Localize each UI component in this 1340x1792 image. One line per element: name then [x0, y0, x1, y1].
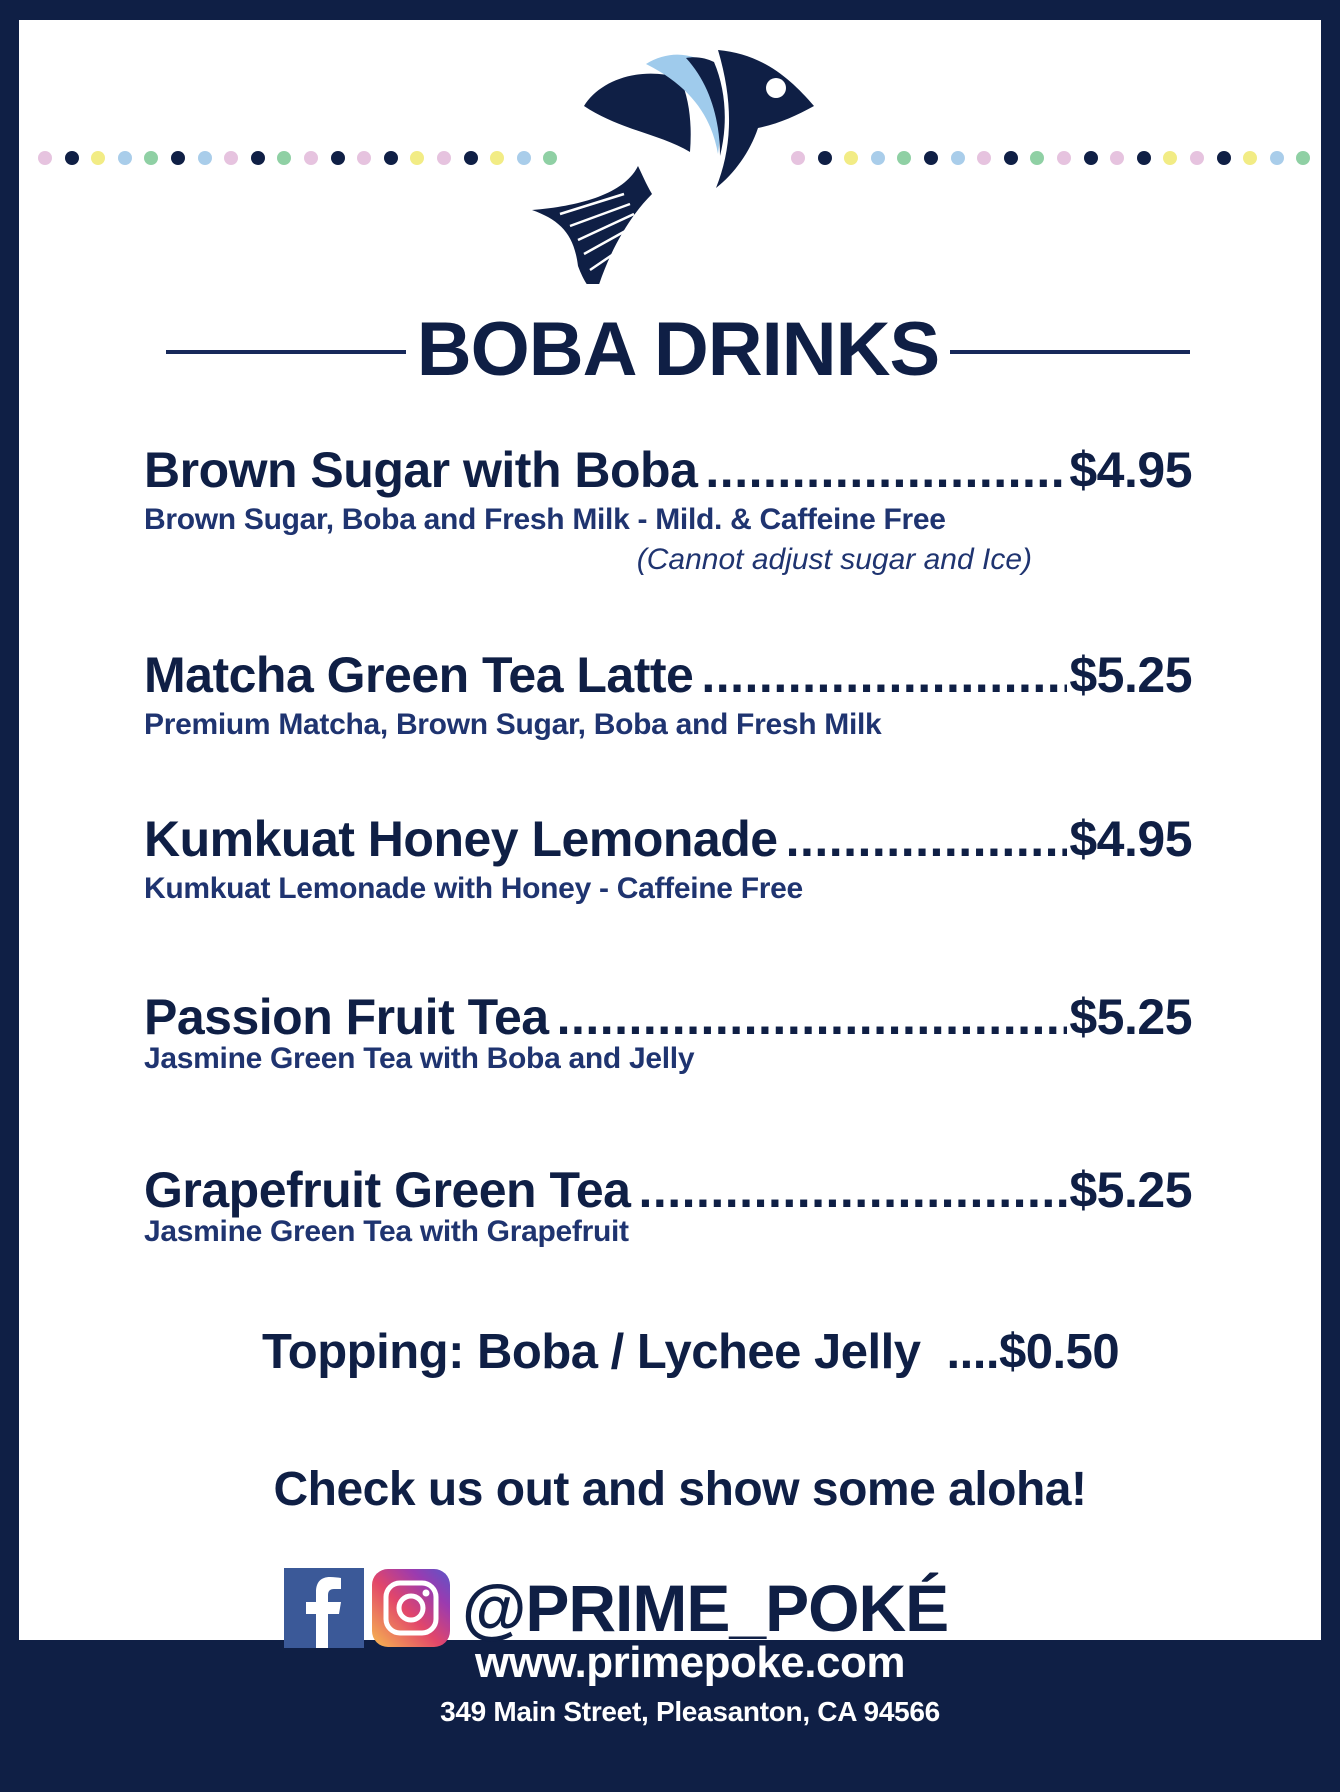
- item-name: Kumkuat Honey Lemonade: [144, 811, 778, 867]
- website-link[interactable]: www.primepoke.com: [0, 1638, 1340, 1688]
- decorative-dot: [1110, 151, 1125, 165]
- decorative-dot: [1136, 151, 1151, 165]
- instagram-icon[interactable]: [372, 1569, 450, 1647]
- decorative-dot: [897, 151, 912, 165]
- decorative-dot: [38, 151, 52, 165]
- decorative-dot: [1163, 151, 1178, 165]
- decorative-dot: [250, 151, 265, 165]
- item-price: $5.25: [1069, 1162, 1192, 1218]
- menu-item: Matcha Green Tea Latte $5.25 Premium Mat…: [144, 645, 1192, 745]
- item-price: $5.25: [1069, 647, 1192, 703]
- menu-item: Passion Fruit Tea $5.25 Jasmine Green Te…: [144, 987, 1192, 1079]
- decorative-dot: [1269, 151, 1284, 165]
- page-title: BOBA DRINKS: [416, 307, 940, 392]
- item-price: $4.95: [1069, 811, 1192, 867]
- dot-leader: [638, 1160, 1067, 1220]
- item-description: Kumkuat Lemonade with Honey - Caffeine F…: [144, 872, 803, 905]
- item-name: Grapefruit Green Tea: [144, 1162, 631, 1218]
- decorative-dot: [410, 151, 425, 165]
- dot-leader: [705, 440, 1067, 500]
- decorative-dot: [170, 151, 185, 165]
- decorative-dot: [463, 151, 478, 165]
- heading-row: BOBA DRINKS: [0, 300, 1340, 400]
- decorative-dot: [117, 151, 132, 165]
- menu-item: Brown Sugar with Boba $4.95 Brown Sugar,…: [144, 440, 1192, 580]
- topping-label: Topping: Boba / Lychee Jelly: [262, 1325, 921, 1379]
- menu-item: Grapefruit Green Tea $5.25 Jasmine Green…: [144, 1160, 1192, 1252]
- decorative-dot: [91, 151, 106, 165]
- menu-item: Kumkuat Honey Lemonade $4.95 Kumkuat Lem…: [144, 809, 1192, 909]
- item-name: Brown Sugar with Boba: [144, 442, 698, 498]
- dot-border-left: [38, 148, 570, 168]
- decorative-dot: [977, 151, 992, 165]
- tagline: Check us out and show some aloha!: [273, 1463, 1087, 1516]
- decorative-dot: [144, 151, 159, 165]
- item-name: Passion Fruit Tea: [144, 989, 549, 1045]
- decorative-dot: [490, 151, 505, 165]
- dot-leader: [557, 987, 1068, 1047]
- decorative-dot: [1243, 151, 1258, 165]
- decorative-dot: [357, 151, 372, 165]
- heading-rule-right: [950, 350, 1190, 354]
- decorative-dot: [330, 151, 345, 165]
- decorative-dot: [1189, 151, 1204, 165]
- decorative-dot: [64, 151, 79, 165]
- decorative-dot: [844, 151, 859, 165]
- decorative-dot: [1296, 151, 1311, 165]
- decorative-dot: [1030, 151, 1045, 165]
- facebook-icon[interactable]: [284, 1568, 364, 1648]
- dot-leader: [701, 645, 1067, 705]
- item-name: Matcha Green Tea Latte: [144, 647, 694, 703]
- decorative-dot: [197, 151, 212, 165]
- decorative-dot: [383, 151, 398, 165]
- dot-leader: [786, 809, 1068, 869]
- item-description: Brown Sugar, Boba and Fresh Milk - Mild.…: [144, 503, 946, 536]
- address: 349 Main Street, Pleasanton, CA 94566: [440, 1696, 940, 1727]
- fish-logo-icon: [532, 50, 814, 284]
- decorative-dot: [1056, 151, 1071, 165]
- social-row: @PRIME_POKÉ: [284, 1568, 949, 1648]
- dot-border-right: [791, 148, 1323, 168]
- item-note: (Cannot adjust sugar and Ice): [636, 543, 1032, 576]
- decorative-dot: [923, 151, 938, 165]
- item-description: Premium Matcha, Brown Sugar, Boba and Fr…: [144, 708, 882, 741]
- decorative-dot: [1003, 151, 1018, 165]
- decorative-dot: [1083, 151, 1098, 165]
- decorative-dot: [303, 151, 318, 165]
- item-price: $5.25: [1069, 989, 1192, 1045]
- item-price: $4.95: [1069, 442, 1192, 498]
- social-handle[interactable]: @PRIME_POKÉ: [462, 1568, 949, 1648]
- topping-line: Topping: Boba / Lychee Jelly .... $0.50: [262, 1322, 1166, 1382]
- decorative-dot: [436, 151, 451, 165]
- decorative-dot: [950, 151, 965, 165]
- decorative-dot: [277, 151, 292, 165]
- dot-leader: ....: [946, 1325, 999, 1379]
- decorative-dot: [1216, 151, 1231, 165]
- topping-price: $0.50: [998, 1325, 1120, 1379]
- heading-rule-left: [166, 350, 406, 354]
- decorative-dot: [224, 151, 239, 165]
- decorative-dot: [870, 151, 885, 165]
